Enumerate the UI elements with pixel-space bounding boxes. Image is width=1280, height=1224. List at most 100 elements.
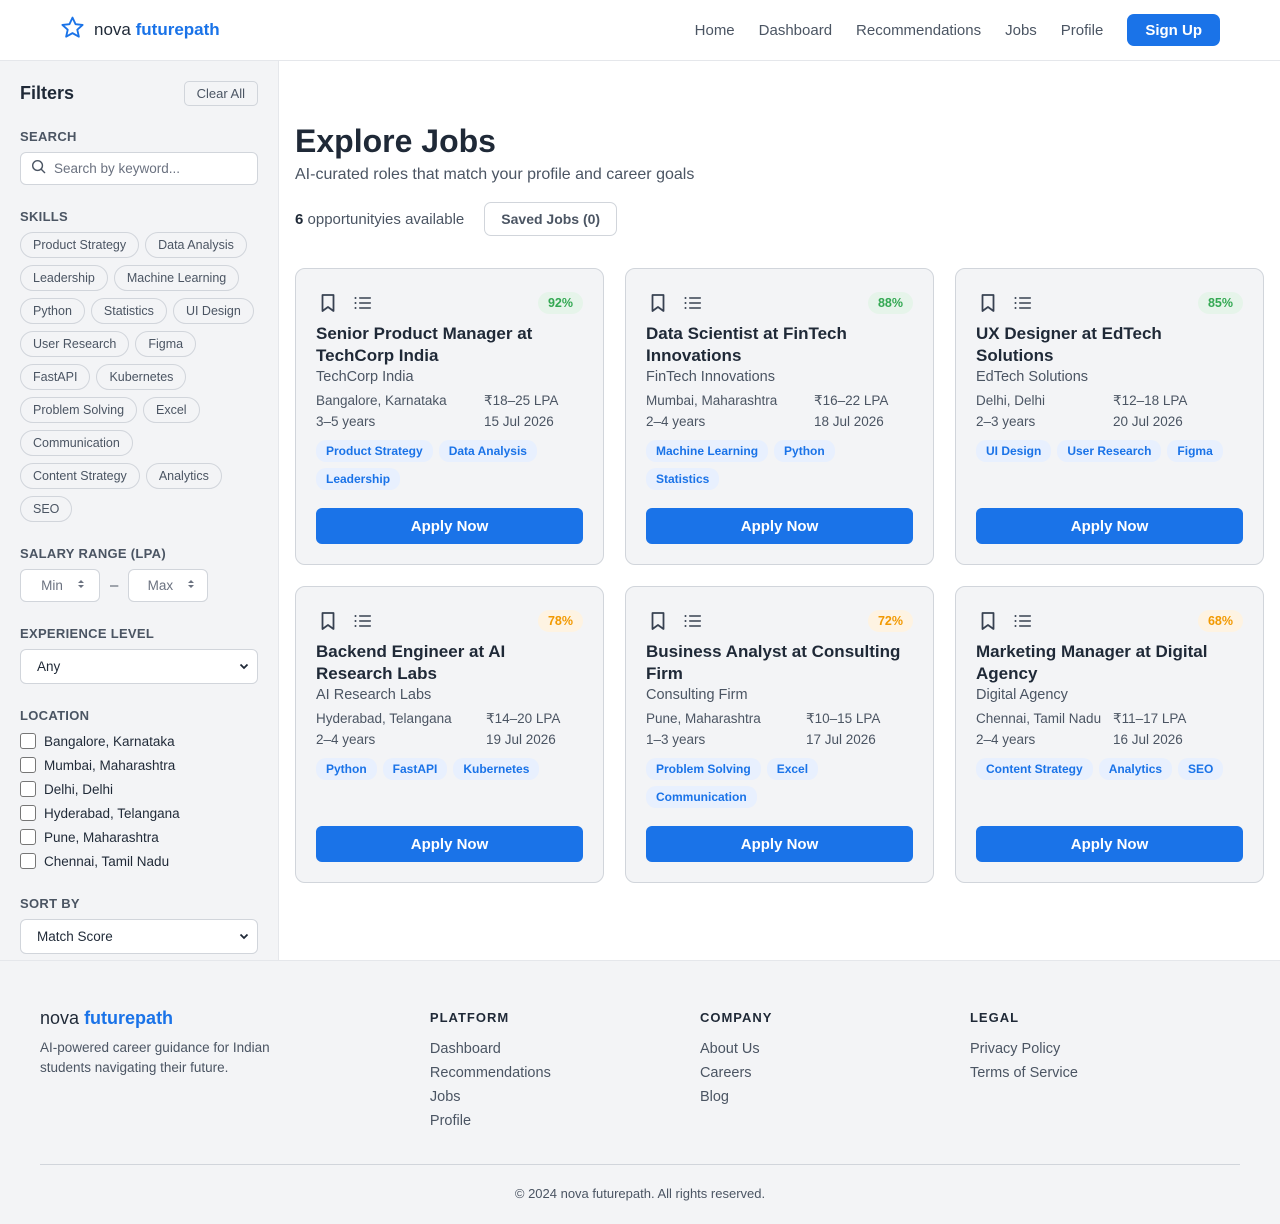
skill-chip[interactable]: Content Strategy (20, 463, 140, 489)
job-card[interactable]: 88% Data Scientist at FinTech Innovations… (625, 268, 934, 565)
bookmark-icon[interactable] (316, 609, 340, 633)
skill-chip[interactable]: Communication (20, 430, 133, 456)
page-title: Explore Jobs (295, 123, 496, 159)
job-grid: 92% Senior Product Manager at TechCorp In… (295, 268, 1264, 883)
footer-brand-part1: nova (40, 1008, 80, 1028)
apply-now-button[interactable]: Apply Now (316, 826, 583, 862)
nav-home[interactable]: Home (695, 22, 735, 39)
filters-title: Filters (20, 83, 75, 103)
list-icon[interactable] (351, 609, 375, 633)
skill-chip[interactable]: Statistics (90, 298, 167, 324)
apply-now-button[interactable]: Apply Now (316, 508, 583, 544)
skill-chip[interactable]: UI Design (172, 298, 254, 324)
skill-chip[interactable]: Data Analysis (145, 232, 247, 258)
saved-jobs-button[interactable]: Saved Jobs (0) (484, 202, 618, 236)
list-icon[interactable] (681, 609, 705, 633)
skill-chip[interactable]: Problem Solving (20, 397, 138, 423)
brand-name-part2: futurepath (135, 20, 220, 39)
skill-chip[interactable]: Analytics (145, 463, 222, 489)
skill-tag: Content Strategy (976, 758, 1093, 780)
skill-tag: Excel (766, 758, 819, 780)
sort-value: Match Score (37, 929, 113, 944)
location-option[interactable]: Pune, Maharashtra (20, 825, 258, 849)
job-card[interactable]: 85% UX Designer at EdTech Solutions EdTech… (955, 268, 1264, 565)
nav-profile[interactable]: Profile (1061, 22, 1104, 39)
footer-link[interactable]: Recommendations (430, 1065, 700, 1082)
brand-logo[interactable]: nova futurepath (60, 15, 220, 45)
number-spinner-icon (77, 578, 85, 593)
skill-chip[interactable]: FastAPI (20, 364, 91, 390)
bookmark-icon[interactable] (316, 291, 340, 315)
list-icon[interactable] (351, 291, 375, 315)
footer-link[interactable]: Blog (700, 1089, 970, 1106)
footer-link[interactable]: Jobs (430, 1089, 700, 1106)
bookmark-icon[interactable] (976, 291, 1000, 315)
skill-chip[interactable]: Product Strategy (20, 232, 140, 258)
job-card[interactable]: 72% Business Analyst at Consulting Firm Co… (625, 586, 934, 883)
checkbox[interactable] (20, 781, 36, 797)
nav-jobs[interactable]: Jobs (1005, 22, 1037, 39)
location-option[interactable]: Bangalore, Karnataka (20, 729, 258, 753)
checkbox[interactable] (20, 757, 36, 773)
bookmark-icon[interactable] (646, 609, 670, 633)
list-icon[interactable] (1011, 609, 1035, 633)
sort-label: SORT BY (20, 896, 80, 911)
skill-chip[interactable]: Figma (135, 331, 197, 357)
list-icon[interactable] (1011, 291, 1035, 315)
signup-button[interactable]: Sign Up (1127, 14, 1220, 46)
job-tags: Python FastAPI Kubernetes (316, 758, 583, 780)
company-name: EdTech Solutions (976, 369, 1089, 385)
clear-all-button[interactable]: Clear All (183, 81, 258, 106)
footer-link[interactable]: About Us (700, 1041, 970, 1058)
job-experience: 2–4 years (316, 732, 376, 747)
skill-chip[interactable]: User Research (20, 331, 130, 357)
footer-link[interactable]: Careers (700, 1065, 970, 1082)
skill-chip[interactable]: Leadership (20, 265, 108, 291)
footer-link[interactable]: Dashboard (430, 1041, 700, 1058)
job-date: 20 Jul 2026 (1113, 414, 1183, 429)
experience-select[interactable]: Any (20, 649, 258, 684)
apply-now-button[interactable]: Apply Now (646, 508, 913, 544)
nav-recommendations[interactable]: Recommendations (856, 22, 981, 39)
skill-chip[interactable]: Machine Learning (113, 265, 240, 291)
footer-link[interactable]: Profile (430, 1113, 700, 1130)
checkbox[interactable] (20, 853, 36, 869)
footer-link[interactable]: Terms of Service (970, 1065, 1240, 1082)
checkbox[interactable] (20, 805, 36, 821)
checkbox[interactable] (20, 829, 36, 845)
bookmark-icon[interactable] (976, 609, 1000, 633)
apply-now-button[interactable]: Apply Now (646, 826, 913, 862)
location-option[interactable]: Mumbai, Maharashtra (20, 753, 258, 777)
job-date: 18 Jul 2026 (814, 414, 884, 429)
job-card[interactable]: 78% Backend Engineer at AI Research Labs A… (295, 586, 604, 883)
job-experience: 3–5 years (316, 414, 376, 429)
job-card[interactable]: 68% Marketing Manager at Digital Agency Di… (955, 586, 1264, 883)
experience-value: Any (37, 659, 61, 674)
salary-max-input[interactable]: Max (128, 569, 209, 602)
skill-chip[interactable]: Excel (143, 397, 200, 423)
main-nav: Home Dashboard Recommendations Jobs Prof… (671, 14, 1220, 46)
bookmark-icon[interactable] (646, 291, 670, 315)
salary-min-placeholder: Min (41, 578, 63, 593)
footer-link[interactable]: Privacy Policy (970, 1041, 1240, 1058)
company-name: Digital Agency (976, 687, 1068, 703)
footer-heading: COMPANY (699, 1010, 773, 1025)
search-input[interactable] (54, 161, 244, 176)
apply-now-button[interactable]: Apply Now (976, 826, 1243, 862)
skill-chip[interactable]: Python (20, 298, 85, 324)
checkbox[interactable] (20, 733, 36, 749)
match-score-badge: 92% (537, 292, 583, 314)
location-option[interactable]: Chennai, Tamil Nadu (20, 849, 258, 873)
list-icon[interactable] (681, 291, 705, 315)
sort-select[interactable]: Match Score (20, 919, 258, 954)
job-card[interactable]: 92% Senior Product Manager at TechCorp In… (295, 268, 604, 565)
salary-min-input[interactable]: Min (20, 569, 100, 602)
skill-chip[interactable]: Kubernetes (96, 364, 187, 390)
nav-dashboard[interactable]: Dashboard (759, 22, 832, 39)
job-salary: ₹14–20 LPA (486, 711, 561, 726)
location-option[interactable]: Hyderabad, Telangana (20, 801, 258, 825)
apply-now-button[interactable]: Apply Now (976, 508, 1243, 544)
skill-chip[interactable]: SEO (20, 496, 73, 522)
job-salary: ₹18–25 LPA (484, 393, 559, 408)
location-option[interactable]: Delhi, Delhi (20, 777, 258, 801)
